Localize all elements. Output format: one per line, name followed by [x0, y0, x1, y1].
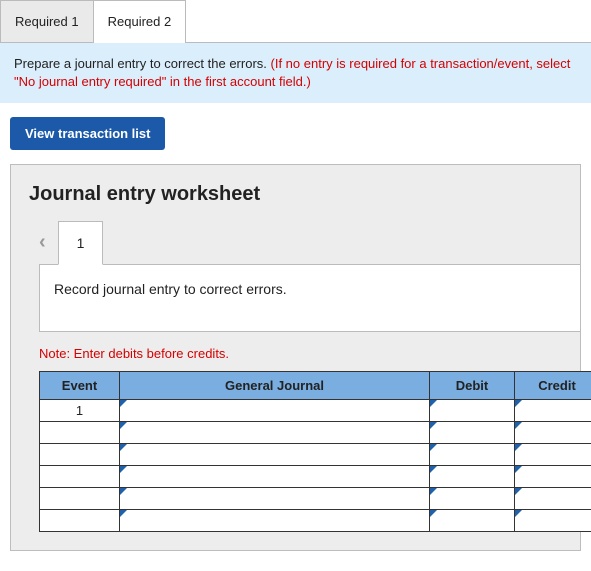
cell-credit[interactable] [515, 466, 591, 488]
cell-credit[interactable] [515, 510, 591, 532]
dropdown-indicator-icon [120, 466, 127, 473]
button-bar: View transaction list [0, 103, 591, 164]
dropdown-indicator-icon [515, 400, 522, 407]
instructions-text: Prepare a journal entry to correct the e… [14, 56, 271, 71]
cell-debit[interactable] [430, 422, 515, 444]
worksheet-description: Record journal entry to correct errors. [39, 264, 580, 332]
top-tab-bar: Required 1 Required 2 [0, 0, 591, 43]
cell-credit[interactable] [515, 444, 591, 466]
cell-general-journal[interactable] [120, 400, 430, 422]
dropdown-indicator-icon [430, 422, 437, 429]
instructions-panel: Prepare a journal entry to correct the e… [0, 43, 591, 103]
cell-general-journal[interactable] [120, 466, 430, 488]
dropdown-indicator-icon [515, 510, 522, 517]
dropdown-indicator-icon [430, 400, 437, 407]
worksheet-note: Note: Enter debits before credits. [39, 346, 580, 361]
table-row [40, 510, 591, 532]
dropdown-indicator-icon [430, 444, 437, 451]
tab-required-1[interactable]: Required 1 [0, 0, 94, 42]
table-row [40, 444, 591, 466]
table-row: 1 [40, 400, 591, 422]
dropdown-indicator-icon [120, 400, 127, 407]
cell-event [40, 488, 120, 510]
dropdown-indicator-icon [515, 422, 522, 429]
cell-debit[interactable] [430, 400, 515, 422]
worksheet-subtab-row: ‹ 1 [39, 220, 580, 264]
header-event: Event [40, 372, 120, 400]
cell-event [40, 466, 120, 488]
journal-entry-table: Event General Journal Debit Credit 1 [39, 371, 591, 532]
cell-general-journal[interactable] [120, 510, 430, 532]
worksheet-frame: Journal entry worksheet ‹ 1 Record journ… [10, 164, 581, 551]
cell-debit[interactable] [430, 510, 515, 532]
tab-required-2[interactable]: Required 2 [93, 0, 187, 42]
chevron-left-icon[interactable]: ‹ [39, 231, 46, 254]
dropdown-indicator-icon [515, 466, 522, 473]
worksheet-subtab-1[interactable]: 1 [58, 221, 104, 265]
dropdown-indicator-icon [430, 488, 437, 495]
header-debit: Debit [430, 372, 515, 400]
view-transaction-list-button[interactable]: View transaction list [10, 117, 165, 150]
dropdown-indicator-icon [120, 444, 127, 451]
cell-general-journal[interactable] [120, 444, 430, 466]
cell-event [40, 444, 120, 466]
cell-event [40, 422, 120, 444]
table-row [40, 488, 591, 510]
dropdown-indicator-icon [430, 510, 437, 517]
cell-debit[interactable] [430, 444, 515, 466]
table-row [40, 422, 591, 444]
cell-event [40, 510, 120, 532]
cell-credit[interactable] [515, 400, 591, 422]
dropdown-indicator-icon [515, 444, 522, 451]
cell-event: 1 [40, 400, 120, 422]
cell-debit[interactable] [430, 488, 515, 510]
header-general-journal: General Journal [120, 372, 430, 400]
dropdown-indicator-icon [515, 488, 522, 495]
cell-credit[interactable] [515, 422, 591, 444]
table-header-row: Event General Journal Debit Credit [40, 372, 591, 400]
cell-debit[interactable] [430, 466, 515, 488]
dropdown-indicator-icon [430, 466, 437, 473]
table-body: 1 [40, 400, 591, 532]
dropdown-indicator-icon [120, 510, 127, 517]
dropdown-indicator-icon [120, 422, 127, 429]
cell-credit[interactable] [515, 488, 591, 510]
table-row [40, 466, 591, 488]
cell-general-journal[interactable] [120, 488, 430, 510]
dropdown-indicator-icon [120, 488, 127, 495]
cell-general-journal[interactable] [120, 422, 430, 444]
header-credit: Credit [515, 372, 591, 400]
worksheet-title: Journal entry worksheet [29, 183, 580, 206]
